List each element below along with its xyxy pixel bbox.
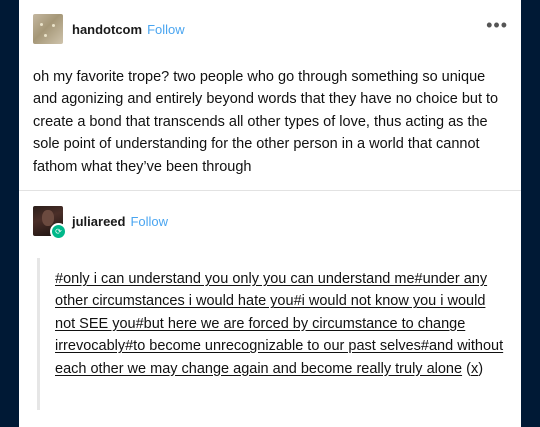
divider <box>19 190 521 191</box>
reblog-follow-button[interactable]: Follow <box>130 214 168 229</box>
post-header: handotcom Follow ••• <box>33 14 508 44</box>
reblogger-avatar[interactable]: ⟳ <box>33 206 67 240</box>
reblog-content: #only i can understand you only you can … <box>55 268 507 380</box>
post-body-text: oh my favorite trope? two people who go … <box>33 69 499 175</box>
avatar-dot <box>40 23 43 26</box>
follow-button[interactable]: Follow <box>147 22 185 37</box>
avatar-face <box>42 210 54 226</box>
post-username[interactable]: handotcom <box>72 22 142 37</box>
avatar-dot <box>44 34 47 37</box>
avatar[interactable] <box>33 14 63 44</box>
reblog-icon: ⟳ <box>50 223 67 240</box>
avatar-dot <box>52 24 55 27</box>
quote-bar <box>37 258 40 410</box>
reblog-header: ⟳ juliareed Follow <box>33 206 508 240</box>
more-options-icon[interactable]: ••• <box>486 16 508 34</box>
source-close-paren: ) <box>478 360 484 377</box>
reblog-username[interactable]: juliareed <box>72 214 125 229</box>
post-card: handotcom Follow ••• oh my favorite trop… <box>19 0 521 427</box>
tags-text-link[interactable]: #only i can understand you only you can … <box>55 271 503 377</box>
